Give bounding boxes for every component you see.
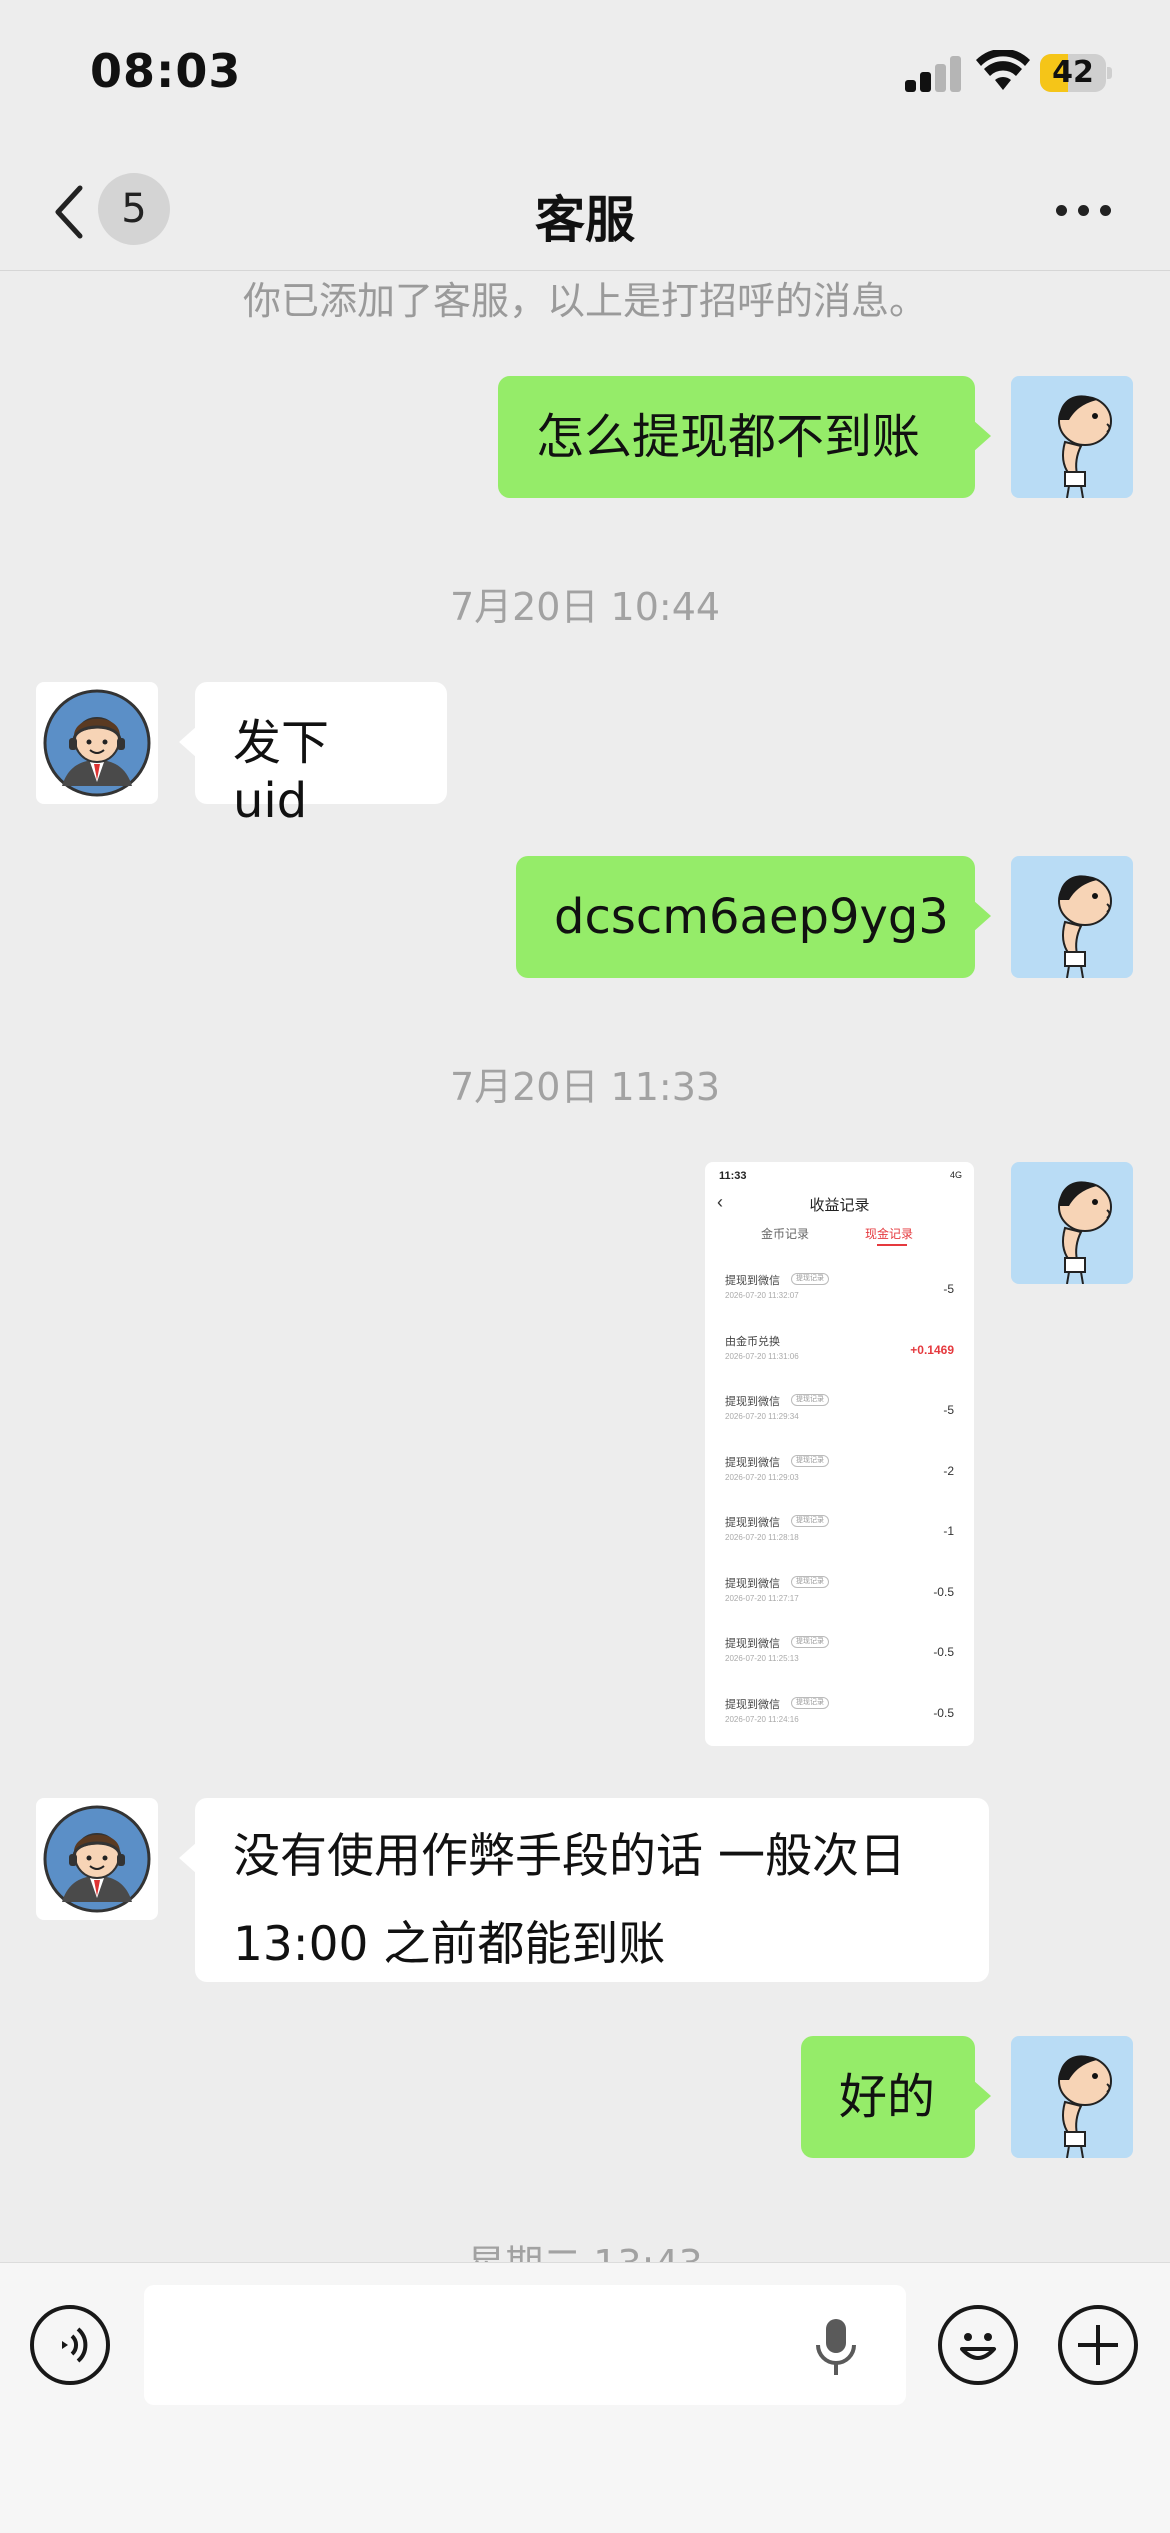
customer-service-avatar-icon (36, 682, 158, 804)
my-avatar[interactable] (1011, 1162, 1133, 1284)
thumb-record-name: 提现到微信 (725, 1275, 780, 1287)
status-bar: 08:03 42 (0, 0, 1170, 150)
thumb-record-amount: -2 (943, 1463, 954, 1478)
thumb-record-amount: -5 (943, 1282, 954, 1296)
wifi-icon (976, 50, 1030, 90)
thumb-record-tag: 提现记录 (791, 1273, 829, 1285)
thumb-tab-cash: 现金记录 (865, 1227, 914, 1241)
thumb-record-row: 提现到微信 提现记录 2026-07-20 11:27:17 -0.5 (705, 1575, 974, 1635)
chat-title: 客服 (535, 191, 635, 249)
thumb-record-amount: -0.5 (933, 1705, 954, 1720)
system-note: 你已添加了客服，以上是打招呼的消息。 (242, 279, 927, 323)
thumb-record-tag: 提现记录 (791, 1636, 829, 1648)
message-text: 好的 (839, 2069, 936, 2125)
thumb-record-date: 2026-07-20 11:29:03 (725, 1472, 799, 1482)
thumb-record-amount: -0.5 (933, 1584, 954, 1599)
thumb-record-tag: 提现记录 (791, 1454, 829, 1467)
thumb-record-row: 提现到微信 提现记录 2026-07-20 11:28:18 -1 (705, 1514, 974, 1574)
message-list[interactable]: 你已添加了客服，以上是打招呼的消息。 怎么提现都不到账 7月20日 10:44 (0, 270, 1170, 2262)
more-options-button[interactable] (1056, 202, 1112, 218)
thumb-tab-coins: 金币记录 (761, 1227, 810, 1241)
message-text: dcscm6aep9yg3 (554, 889, 949, 945)
battery-level: 42 (1052, 55, 1094, 90)
message-text-line: 13:00 之前都能到账 (233, 1917, 666, 1972)
thumb-record-date: 2026-07-20 11:28:18 (725, 1533, 799, 1542)
agent-message-bubble[interactable]: 没有使用作弊手段的话 一般次日 13:00 之前都能到账 (179, 1798, 989, 1982)
thumb-record-row: 由金币兑换 2026-07-20 11:31:06 +0.1469 (705, 1333, 974, 1393)
my-avatar[interactable] (1011, 376, 1133, 498)
thumb-status-network: 4G (949, 1170, 962, 1180)
message-text-line: 没有使用作弊手段的话 一般次日 (233, 1829, 906, 1884)
plus-icon (1078, 2325, 1118, 2365)
agent-avatar[interactable] (36, 1798, 158, 1920)
image-message[interactable]: 11:33 4G ‹ 收益记录 金币记录 现金记录 提现到微信 提现记录 2026-… (705, 1162, 974, 1746)
message-text-input[interactable] (144, 2285, 906, 2405)
thumb-record-row: 提现到微信 提现记录 2026-07-20 11:29:03 -2 (705, 1454, 974, 1514)
agent-message-bubble[interactable]: 发下 uid (179, 682, 447, 829)
user-avatar-icon (1011, 1162, 1133, 1284)
thumb-record-name: 提现到微信 (725, 1396, 780, 1408)
thumb-record-tag: 提现记录 (791, 1515, 829, 1527)
thumb-tab-indicator (877, 1244, 907, 1246)
thumb-record-date: 2026-07-20 11:27:17 (725, 1593, 799, 1603)
thumb-record-amount: -5 (943, 1403, 954, 1417)
thumb-record-date: 2026-07-20 11:31:06 (725, 1351, 799, 1361)
emoji-icon (960, 2333, 996, 2360)
thumb-record-name: 提现到微信 (725, 1517, 780, 1529)
thumb-record-row: 提现到微信 提现记录 2026-07-20 11:32:07 -5 (705, 1272, 974, 1332)
thumb-record-row: 提现到微信 提现记录 2026-07-20 11:29:34 -5 (705, 1393, 974, 1453)
thumb-record-name: 提现到微信 (725, 1638, 780, 1650)
voice-mode-icon (62, 2327, 88, 2363)
chat-header: 5 客服 (0, 150, 1170, 271)
my-message-bubble[interactable]: 怎么提现都不到账 (498, 376, 991, 498)
user-avatar-icon (1011, 2036, 1133, 2158)
user-avatar-icon (1011, 856, 1133, 978)
my-avatar[interactable] (1011, 856, 1133, 978)
thumb-record-date: 2026-07-20 11:24:16 (725, 1714, 799, 1724)
thumb-record-amount: +0.1469 (910, 1342, 954, 1357)
message-text: 发下 uid (233, 715, 330, 829)
thumb-record-name: 由金币兑换 (725, 1335, 780, 1348)
customer-service-avatar-icon (36, 1798, 158, 1920)
thumb-title: 收益记录 (809, 1197, 870, 1214)
timestamp: 7月20日 10:44 (449, 585, 721, 629)
add-attachment-button[interactable] (1058, 2305, 1138, 2385)
thumb-record-date: 2026-07-20 11:29:34 (725, 1412, 799, 1421)
agent-avatar[interactable] (36, 682, 158, 804)
status-time: 08:03 (90, 44, 242, 98)
message-text: 怎么提现都不到账 (536, 409, 921, 465)
my-message-bubble[interactable]: 好的 (801, 2036, 991, 2158)
my-avatar[interactable] (1011, 2036, 1133, 2158)
my-message-bubble[interactable]: dcscm6aep9yg3 (516, 856, 991, 978)
battery-icon: 42 (1040, 54, 1112, 92)
microphone-icon[interactable] (814, 2317, 858, 2377)
thumb-record-name: 提现到微信 (725, 1698, 780, 1711)
emoji-button[interactable] (938, 2305, 1018, 2385)
message-input-bar (0, 2262, 1170, 2533)
timestamp: 星期二 13:43 (0, 2233, 1170, 2262)
thumb-record-tag: 提现记录 (791, 1575, 829, 1588)
cellular-signal-icon (905, 56, 963, 92)
thumb-record-name: 提现到微信 (725, 1456, 780, 1469)
thumb-record-name: 提现到微信 (725, 1577, 780, 1590)
thumb-record-date: 2026-07-20 11:25:13 (725, 1654, 799, 1663)
thumb-record-row: 提现到微信 提现记录 2026-07-20 11:24:16 -0.5 (705, 1696, 974, 1747)
thumb-record-date: 2026-07-20 11:32:07 (725, 1291, 799, 1300)
thumb-record-amount: -1 (943, 1524, 954, 1538)
thumb-status-time: 11:33 (719, 1170, 747, 1182)
voice-mode-button[interactable] (30, 2305, 110, 2385)
thumb-record-amount: -0.5 (933, 1645, 954, 1659)
timestamp: 7月20日 11:33 (449, 1065, 721, 1109)
more-dots-icon (1056, 205, 1067, 216)
thumb-record-row: 提现到微信 提现记录 2026-07-20 11:25:13 -0.5 (705, 1635, 974, 1695)
user-avatar-icon (1011, 376, 1133, 498)
thumb-record-tag: 提现记录 (791, 1696, 829, 1709)
thumb-record-tag: 提现记录 (791, 1394, 829, 1406)
